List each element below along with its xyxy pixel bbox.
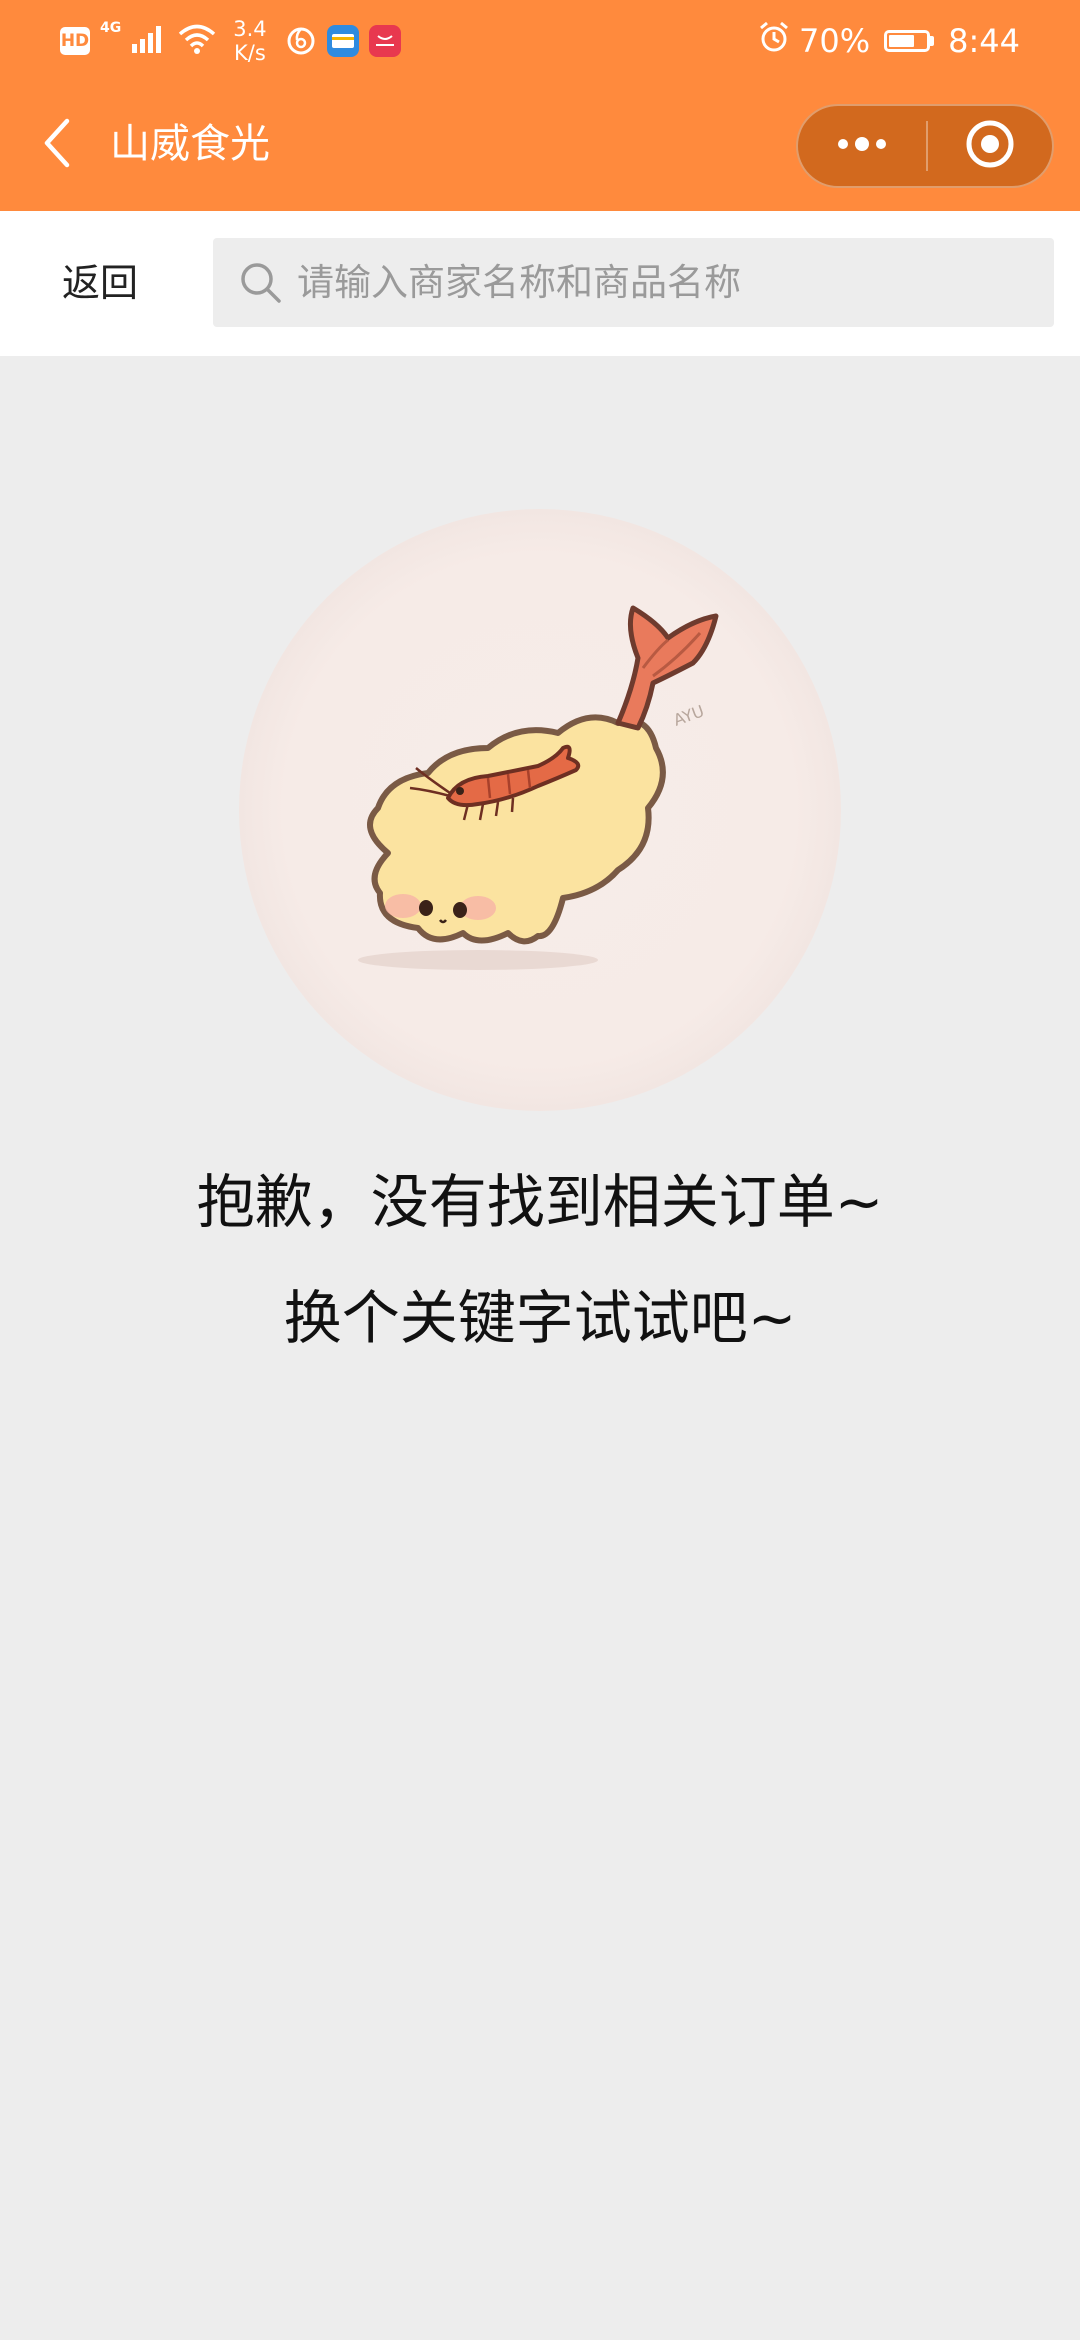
battery-icon [884, 30, 935, 52]
empty-message-secondary: 换个关键字试试吧~ [283, 1284, 797, 1352]
mini-program-capsule [796, 104, 1054, 188]
more-dots-icon [834, 134, 890, 158]
signal-icon [131, 24, 167, 58]
huawei-store-icon [368, 25, 401, 57]
status-bar: HD 4G 3.4 K/s 70% 8:44 [0, 0, 1080, 80]
nav-bar: 山威食光 [0, 80, 1080, 211]
wallet-icon [326, 25, 359, 57]
app-header: HD 4G 3.4 K/s 70% 8:44 山威食光 [0, 0, 1080, 211]
battery-percent: 70% [799, 22, 871, 60]
search-icon [239, 261, 283, 305]
hd-badge: HD [60, 27, 90, 55]
status-left: HD 4G 3.4 K/s [60, 17, 401, 65]
search-input[interactable] [295, 251, 1054, 314]
return-button[interactable]: 返回 [62, 257, 138, 309]
search-bar: 返回 [0, 211, 1080, 356]
empty-state-illustration: AYU [238, 508, 842, 1112]
close-circle-icon [964, 118, 1016, 174]
more-button[interactable] [798, 106, 926, 186]
netease-music-icon [285, 25, 317, 57]
back-arrow-icon [39, 117, 75, 173]
alarm-icon [757, 20, 791, 62]
network-type: 4G [100, 20, 122, 36]
empty-message-primary: 抱歉，没有找到相关订单~ [196, 1168, 884, 1236]
status-right: 70% 8:44 [757, 18, 1020, 64]
page-title: 山威食光 [110, 121, 270, 167]
close-button[interactable] [928, 106, 1052, 186]
speed-unit: K/s [234, 41, 266, 65]
speed-value: 3.4 [233, 17, 267, 41]
clock-time: 8:44 [948, 22, 1020, 60]
back-button[interactable] [22, 110, 92, 180]
search-box[interactable] [213, 238, 1054, 327]
network-speed: 3.4 K/s [233, 17, 266, 65]
wifi-icon [177, 23, 217, 59]
